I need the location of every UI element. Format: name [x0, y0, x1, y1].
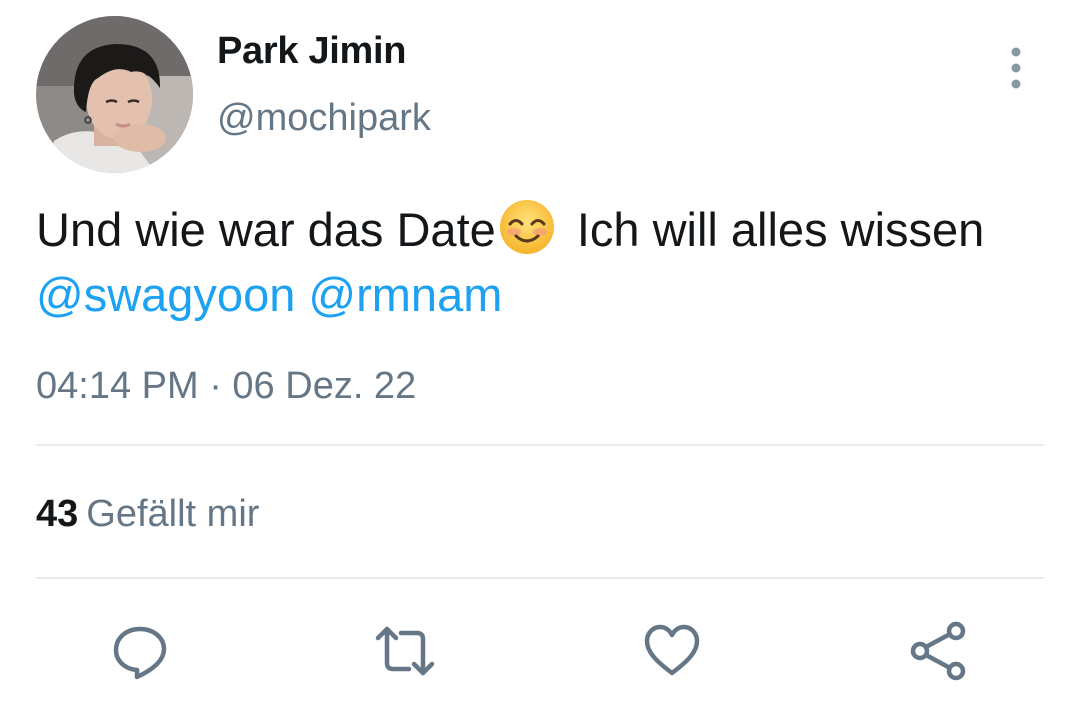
tweet-timestamp[interactable]: 04:14 PM · 06 Dez. 22	[36, 365, 416, 408]
retweet-button[interactable]	[375, 621, 435, 681]
mention-link-swagyoon[interactable]: @swagyoon	[36, 268, 295, 321]
mention-link-rmnam[interactable]: @rmnam	[308, 268, 502, 321]
divider	[36, 577, 1044, 579]
retweet-icon	[375, 626, 435, 676]
avatar[interactable]	[36, 16, 193, 173]
smiling-face-emoji-icon	[498, 198, 556, 256]
likes-count: 43	[36, 493, 79, 535]
like-button[interactable]	[642, 621, 702, 681]
share-button[interactable]	[908, 621, 968, 681]
display-name[interactable]: Park Jimin	[217, 30, 407, 73]
divider	[36, 444, 1044, 446]
more-options-icon[interactable]	[1004, 46, 1028, 90]
reply-icon	[113, 626, 167, 680]
likes-label: Gefällt mir	[86, 493, 260, 535]
share-icon	[910, 621, 966, 681]
user-handle[interactable]: @mochipark	[217, 97, 431, 140]
tweet-text-part-1: Und wie war das Date	[36, 203, 496, 256]
reply-button[interactable]	[110, 621, 170, 681]
tweet-card: Park Jimin @mochipark Und wie war das Da…	[0, 0, 1080, 706]
tweet-text: Und wie war das Date Ich will alles wiss…	[36, 197, 1036, 327]
tweet-text-part-2: Ich will alles wissen	[563, 203, 985, 256]
like-icon	[644, 624, 700, 676]
likes-stat[interactable]: 43 Gefällt mir	[36, 493, 259, 536]
